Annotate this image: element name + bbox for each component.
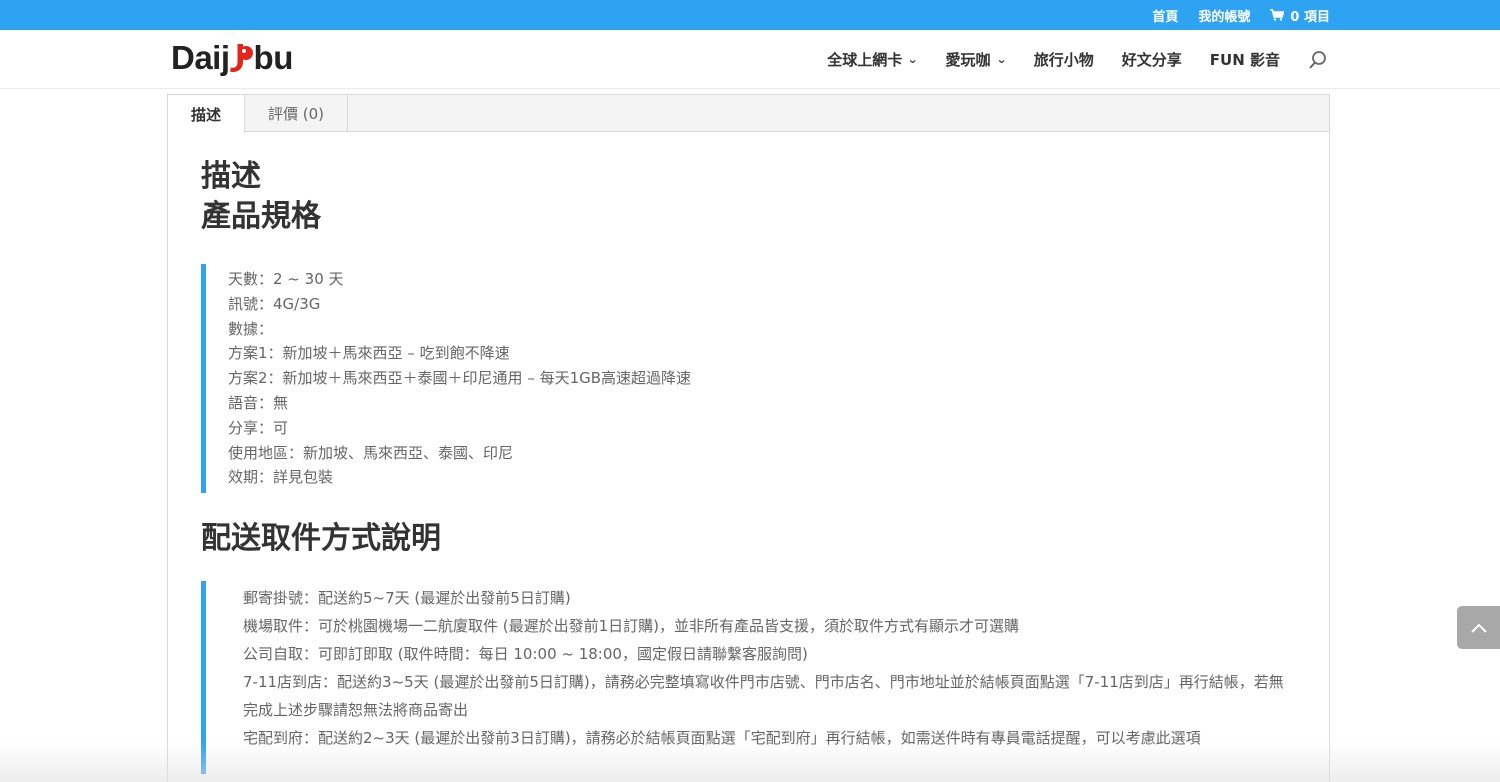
spec-line: 天數：2 ~ 30 天 [228, 270, 344, 288]
chevron-down-icon: ⌄ [995, 52, 1007, 66]
nav-item-label: FUN 影音 [1209, 50, 1280, 69]
product-tabs-panel: 描述 評價 (0) 描述 產品規格 天數：2 ~ 30 天 訊號：4G/3G 數… [167, 94, 1330, 782]
logo-text-right: bu [253, 39, 294, 76]
cart-icon [1270, 9, 1285, 21]
top-bar: 首頁 我的帳號 0 項目 [0, 0, 1500, 30]
nav-item-travel-goods[interactable]: 旅行小物 [1034, 49, 1094, 70]
nav-item-label: 旅行小物 [1033, 50, 1094, 69]
spec-line: 訊號：4G/3G [228, 294, 321, 313]
tab-content: 描述 產品規格 天數：2 ~ 30 天 訊號：4G/3G 數據： 方案1：新加坡… [201, 157, 1296, 775]
logo-text-left: Daij [171, 39, 230, 76]
description-heading: 描述 [201, 159, 261, 194]
nav-item-label: 全球上網卡 [827, 50, 903, 69]
delivery-line: 機場取件：可於桃園機場一二航廈取件 (最遲於出發前1日訂購)，並非所有產品皆支援… [243, 617, 1020, 636]
cart-count: 0 項目 [1290, 9, 1330, 25]
nav-item-videos[interactable]: FUN 影音 [1210, 49, 1280, 70]
search-icon[interactable] [1308, 50, 1328, 70]
tab-bar: 描述 評價 (0) [168, 95, 1329, 133]
delivery-line: 郵寄掛號：配送約5~7天 (最遲於出發前5日訂購) [243, 589, 571, 608]
nav-item-articles[interactable]: 好文分享 [1122, 49, 1182, 70]
chevron-up-icon [1470, 623, 1487, 633]
nav-item-label: 愛玩咖 [945, 50, 991, 69]
cart-link[interactable]: 0 項目 [1270, 6, 1330, 25]
top-links: 首頁 我的帳號 0 項目 [1152, 0, 1330, 30]
delivery-line: 7-11店到店：配送約3~5天 (最遲於出發前5日訂購)，請務必完整填寫收件門市… [243, 673, 1284, 720]
specs-heading: 產品規格 [201, 199, 321, 234]
specs-blockquote: 天數：2 ~ 30 天 訊號：4G/3G 數據： 方案1：新加坡＋馬來西亞 – … [201, 264, 1296, 494]
spec-line: 方案2：新加坡＋馬來西亞＋泰國＋印尼通用 – 每天1GB高速超過降速 [228, 369, 692, 388]
delivery-line: 宅配到府：配送約2~3天 (最遲於出發前3日訂購)，請務必於結帳頁面點選「宅配到… [243, 729, 1201, 748]
nav-item-label: 好文分享 [1121, 50, 1182, 69]
delivery-line: 公司自取：可即訂即取 (取件時間：每日 10:00 ~ 18:00，國定假日請聯… [243, 645, 808, 664]
site-header: Daij bu 全球上網卡 ⌄ 愛玩咖 ⌄ 旅行小物 好文分享 FUN 影音 [0, 30, 1500, 88]
nav-item-play[interactable]: 愛玩咖 ⌄ [945, 49, 1007, 70]
site-logo[interactable]: Daij bu [171, 39, 294, 76]
chevron-down-icon: ⌄ [907, 52, 919, 66]
back-to-top-button[interactable] [1457, 606, 1500, 649]
spec-line: 效期：詳見包裝 [228, 468, 334, 487]
spec-line: 分享：可 [228, 418, 289, 437]
delivery-heading: 配送取件方式說明 [201, 521, 441, 557]
home-link[interactable]: 首頁 [1152, 6, 1178, 25]
logo-mark-icon [229, 44, 253, 72]
nav-item-sim-cards[interactable]: 全球上網卡 ⌄ [827, 49, 919, 70]
main-nav: 全球上網卡 ⌄ 愛玩咖 ⌄ 旅行小物 好文分享 FUN 影音 [827, 30, 1328, 88]
delivery-blockquote: 郵寄掛號：配送約5~7天 (最遲於出發前5日訂購) 機場取件：可於桃園機場一二航… [201, 581, 1296, 775]
spec-line: 語音：無 [228, 393, 289, 412]
tab-description[interactable]: 描述 [168, 95, 246, 133]
tab-reviews[interactable]: 評價 (0) [245, 95, 349, 132]
spec-line: 使用地區：新加坡、馬來西亞、泰國、印尼 [228, 443, 514, 462]
spec-line: 數據： [228, 319, 274, 338]
spec-line: 方案1：新加坡＋馬來西亞 – 吃到飽不降速 [228, 344, 510, 363]
account-link[interactable]: 我的帳號 [1198, 6, 1250, 25]
